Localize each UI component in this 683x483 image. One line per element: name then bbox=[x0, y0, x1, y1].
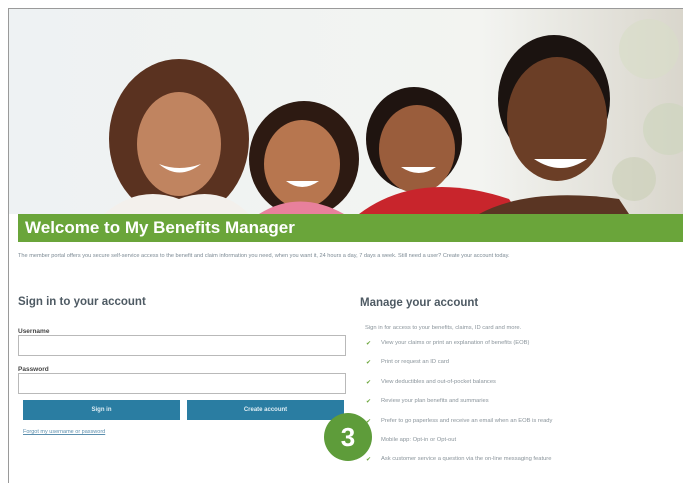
list-item: ✔ View your claims or print an explanatio… bbox=[366, 340, 676, 359]
list-item: ✔ Prefer to go paperless and receive an e… bbox=[366, 418, 676, 437]
signin-title: Sign in to your account bbox=[18, 296, 146, 308]
list-item: ✔ Ask customer service a question via the… bbox=[366, 456, 676, 475]
username-input[interactable] bbox=[18, 335, 346, 356]
welcome-banner: Welcome to My Benefits Manager bbox=[18, 214, 683, 242]
manage-title: Manage your account bbox=[360, 297, 479, 309]
intro-text: The member portal offers you secure self… bbox=[18, 253, 510, 259]
feature-list: ✔ View your claims or print an explanatio… bbox=[366, 340, 676, 476]
list-item: ✔ Print or request an ID card bbox=[366, 359, 676, 378]
create-account-button[interactable]: Create account bbox=[187, 400, 344, 420]
hero-photo bbox=[9, 9, 683, 214]
feature-label: Print or request an ID card bbox=[381, 359, 449, 366]
check-icon: ✔ bbox=[366, 457, 372, 464]
check-icon: ✔ bbox=[366, 360, 372, 367]
step-number-badge: 3 bbox=[324, 413, 372, 461]
list-item: ✔Mobile app: Opt-in or Opt-out bbox=[366, 437, 676, 456]
page-frame: Welcome to My Benefits Manager The membe… bbox=[8, 8, 683, 483]
username-label: Username bbox=[18, 328, 50, 335]
feature-label: View deductibles and out-of-pocket balan… bbox=[381, 378, 496, 385]
feature-label: View your claims or print an explanation… bbox=[381, 340, 530, 346]
check-icon: ✔ bbox=[366, 399, 372, 406]
signin-button[interactable]: Sign in bbox=[23, 400, 180, 420]
feature-label: Mobile app: Opt-in or Opt-out bbox=[381, 436, 457, 443]
list-item: ✔ View deductibles and out-of-pocket bala… bbox=[366, 379, 676, 398]
feature-label: Ask customer service a question via the … bbox=[381, 456, 552, 463]
list-item: ✔ Review your plan benefits and summaries bbox=[366, 398, 676, 417]
forgot-credentials-link[interactable]: Forgot my username or password bbox=[23, 429, 105, 435]
feature-label: Prefer to go paperless and receive an em… bbox=[381, 417, 553, 424]
password-input[interactable] bbox=[18, 373, 346, 394]
check-icon: ✔ bbox=[366, 341, 372, 347]
password-label: Password bbox=[18, 366, 49, 373]
check-icon: ✔ bbox=[366, 379, 372, 386]
manage-subtitle: Sign in for access to your benefits, cla… bbox=[365, 325, 522, 331]
feature-label: Review your plan benefits and summaries bbox=[381, 398, 489, 405]
